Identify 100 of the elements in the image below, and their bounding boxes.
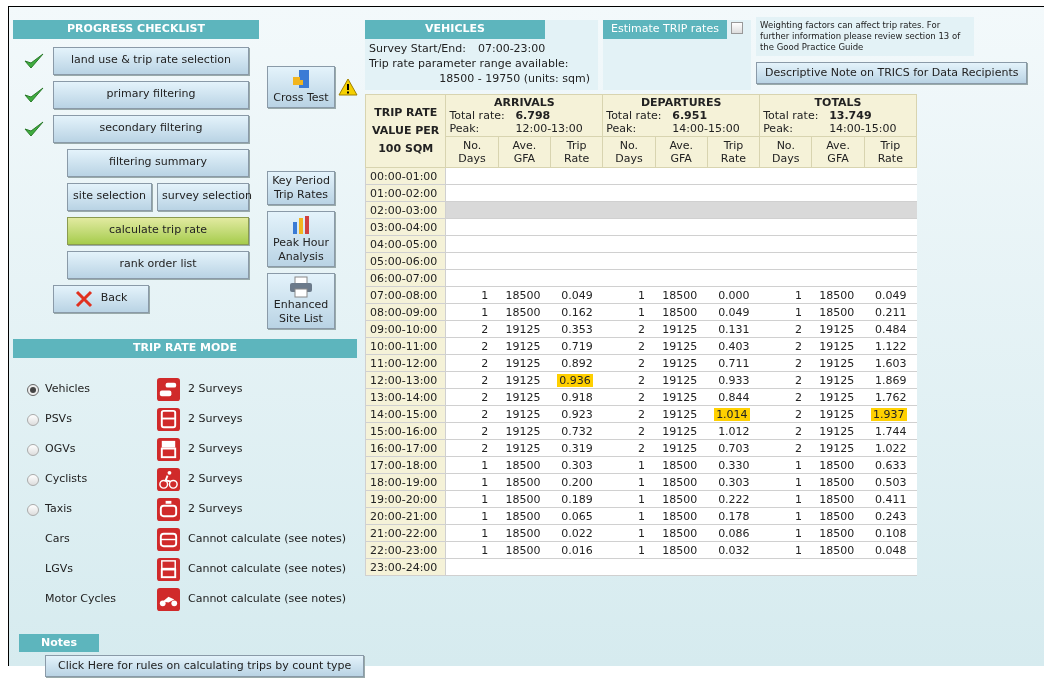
notes-button[interactable]: Click Here for rules on calculating trips by count type [45,655,365,678]
table-cell: 2 [638,424,646,438]
peak-value: 14:00-15:00 [829,122,897,135]
mode-label: PSVs [45,411,72,428]
table-cell: 1 [481,288,489,302]
table-cell: 2 [481,424,489,438]
table-cell: 0.200 [561,475,593,489]
table-cell: 1 [481,475,489,489]
table-cell: 18500 [819,509,855,523]
table-cell: 18500 [505,509,541,523]
mode-label: Cyclists [45,471,88,488]
table-cell: 1 [638,305,646,319]
table-cell: 0.222 [718,492,750,506]
table-cell: 1 [638,458,646,472]
table-cell: 0.000 [718,288,750,302]
table-cell: 1.122 [875,339,907,353]
table-cell: 0.303 [718,475,750,489]
table-cell: 18500 [662,288,698,302]
table-cell: 0.732 [561,424,593,438]
table-cell: 19125 [505,424,541,438]
total-label: Total rate: [606,109,663,122]
group-title: DEPARTURES [639,96,723,109]
close-icon [74,289,93,308]
checklist-step-button[interactable]: secondary filtering [53,114,249,143]
table-cell: 0.108 [875,526,907,540]
printer-icon [289,276,313,298]
radio-button[interactable] [27,473,39,486]
table-cell: 1 [638,543,646,557]
mode-label: Vehicles [45,381,91,398]
table-cell: 18500 [819,475,855,489]
table-cell: 19125 [819,322,855,336]
table-cell: 2 [481,322,489,336]
table-cell: 1 [794,475,802,489]
table-cell: 19125 [819,373,855,387]
total-value: 13.749 [829,109,872,122]
checklist-step-button[interactable]: land use & trip rate selection [53,46,249,75]
radio-button[interactable] [27,413,39,426]
table-cell: 1 [481,509,489,523]
table-cell: 1 [638,526,646,540]
descriptive-note-button[interactable]: Descriptive Note on TRICS for Data Recipients [756,62,1028,84]
estimate-checkbox[interactable] [730,22,743,34]
tool-button[interactable]: Cross Test [267,66,335,108]
tool-button[interactable]: Peak Hour Analysis [267,211,335,267]
table-cell: 2 [794,407,802,421]
checklist-step-button[interactable]: filtering summary [67,148,249,177]
table-cell: 19125 [505,441,541,455]
table-cell: 1 [794,526,802,540]
van-icon [157,558,180,581]
back-button[interactable]: Back [53,284,149,313]
table-cell: 19125 [662,373,698,387]
weighting-note: Weighting factors can affect trip rates. For further information please review section 13 of the Good Practice Guide [756,17,974,56]
column-header: No. Days [602,136,656,168]
column-header: No. Days [445,136,499,168]
table-cell: 0.923 [561,407,593,421]
table-cell: 2 [794,373,802,387]
table-cell: 0.703 [718,441,750,455]
table-cell: 1.869 [875,373,907,387]
table-cell: 2 [794,424,802,438]
radio-button[interactable] [27,383,39,396]
table-cell: 1 [481,305,489,319]
table-cell: 0.303 [561,458,593,472]
tool-button[interactable]: Enhanced Site List [267,273,335,329]
section-header: TRIP RATE MODE [13,339,357,358]
checklist-step-button[interactable]: primary filtering [53,80,249,109]
table-cell: 1 [794,305,802,319]
table-cell: 2 [481,390,489,404]
section-header: Notes [19,633,99,652]
estimate-label: Estimate TRIP rates [603,20,727,39]
checklist-step-button[interactable]: calculate trip rate [67,216,249,245]
table-cell: 1 [638,288,646,302]
table-cell: 18500 [819,458,855,472]
peak-label: Peak: [606,122,638,135]
table-cell: 2 [794,441,802,455]
checklist-step-button[interactable]: survey selection [157,182,249,211]
table-cell: 0.065 [561,509,593,523]
table-cell: 19125 [505,322,541,336]
table-cell: 18500 [662,475,698,489]
radio-button[interactable] [27,503,39,516]
cars-icon [157,378,180,401]
table-cell: 2 [794,356,802,370]
group-title: ARRIVALS [492,96,556,109]
table-cell: 0.032 [718,543,750,557]
table-cell: 19125 [662,322,698,336]
survey-count: Cannot calculate (see notes) [188,561,346,578]
table-cell: 0.711 [718,356,750,370]
corner-header: TRIP RATE VALUE PER 100 SQM [365,94,446,168]
table-cell: 1.762 [875,390,907,404]
checklist-step-button[interactable]: rank order list [67,250,249,279]
checklist-step-button[interactable]: site selection [67,182,152,211]
table-cell: 2 [794,390,802,404]
survey-count: 2 Surveys [188,471,243,488]
table-cell: 19125 [505,407,541,421]
tool-button[interactable]: Key Period Trip Rates [267,171,335,205]
survey-count: 2 Surveys [188,381,243,398]
table-cell: 19125 [505,339,541,353]
total-label: Total rate: [449,109,506,122]
radio-button[interactable] [27,443,39,456]
table-cell: 0.936 [557,373,593,387]
warning-icon [338,78,358,96]
table-cell: 0.178 [718,509,750,523]
